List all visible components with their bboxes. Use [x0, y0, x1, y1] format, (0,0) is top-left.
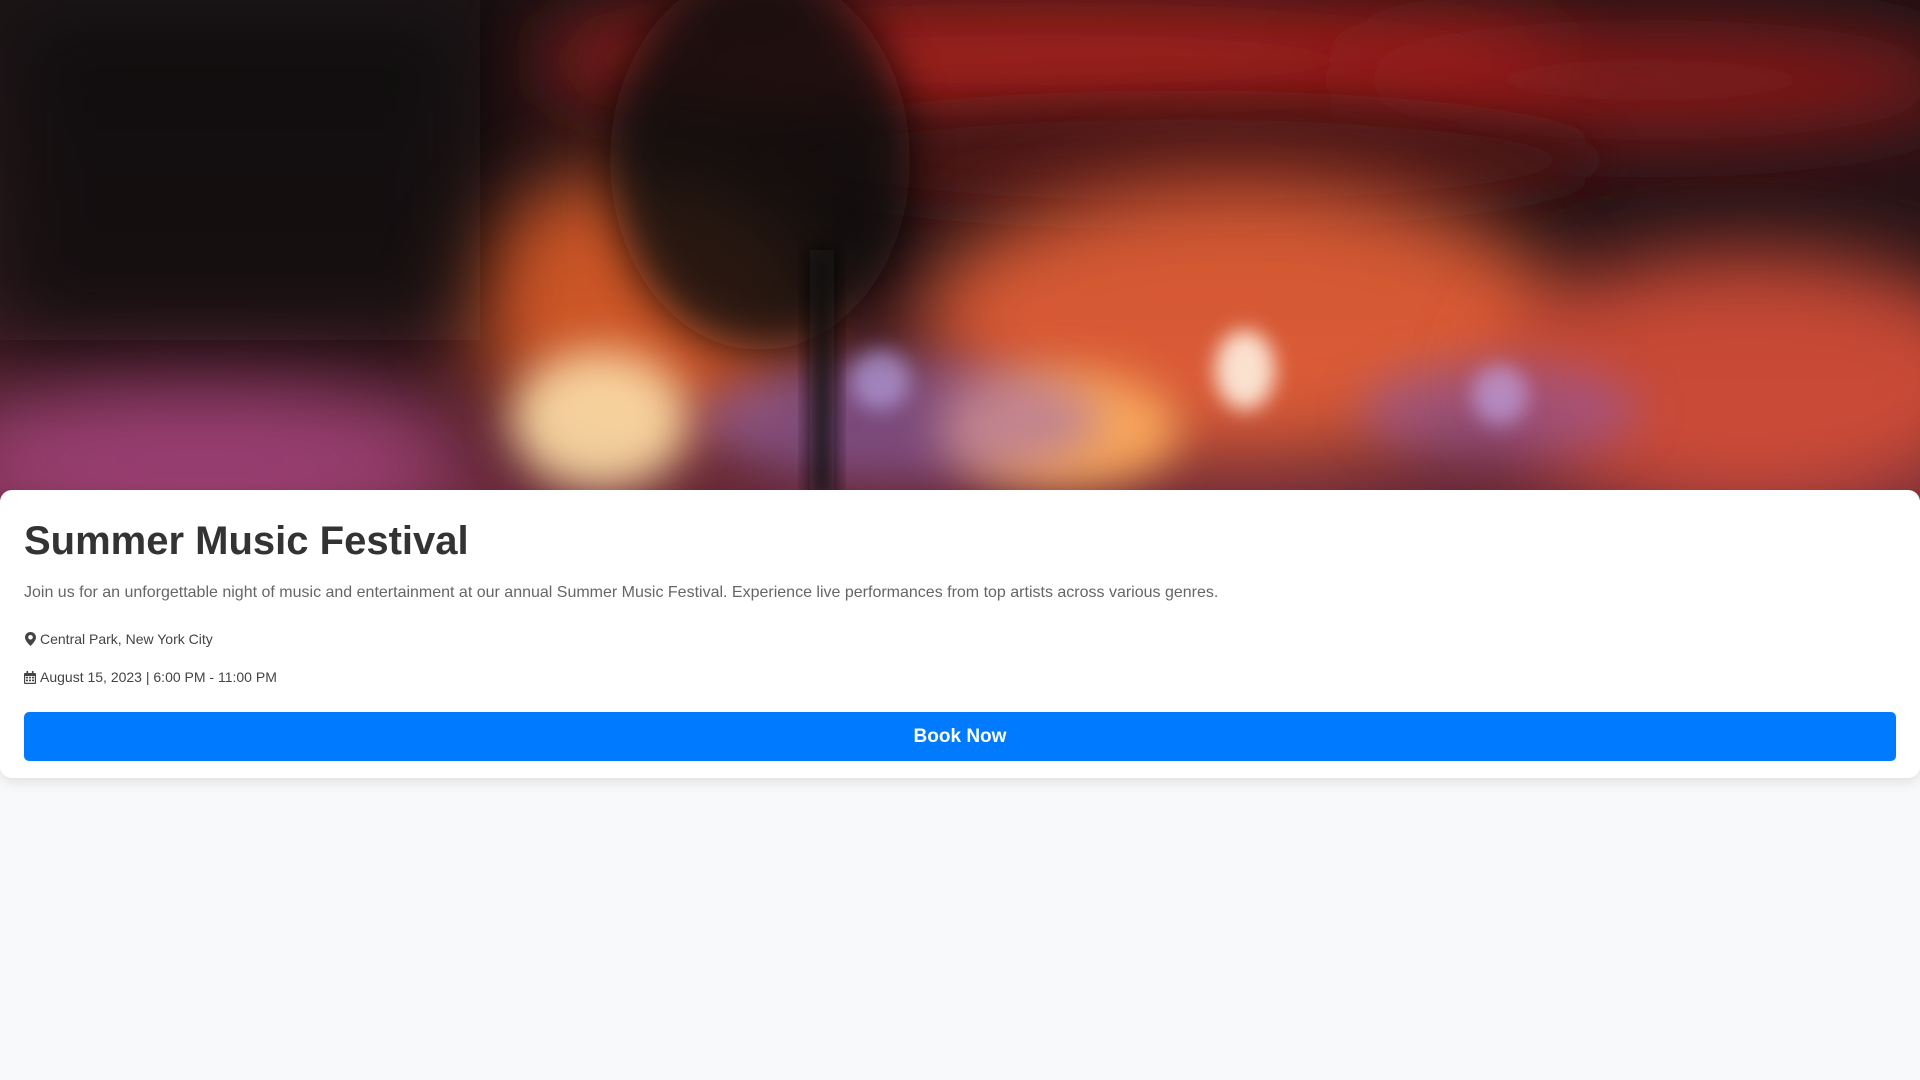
event-location-text: Central Park, New York City	[40, 631, 213, 647]
event-date-text: August 15, 2023 | 6:00 PM - 11:00 PM	[40, 669, 277, 685]
concert-stage-image	[0, 0, 1920, 500]
event-card: Summer Music Festival Join us for an unf…	[0, 490, 1920, 778]
map-marker-icon	[24, 632, 36, 646]
event-date: August 15, 2023 | 6:00 PM - 11:00 PM	[24, 668, 1896, 686]
book-now-button[interactable]: Book Now	[24, 712, 1896, 761]
event-title: Summer Music Festival	[24, 519, 469, 563]
event-location: Central Park, New York City	[24, 630, 1896, 648]
event-description: Join us for an unforgettable night of mu…	[24, 584, 1219, 601]
calendar-icon	[24, 670, 36, 684]
hero-image	[0, 0, 1920, 500]
